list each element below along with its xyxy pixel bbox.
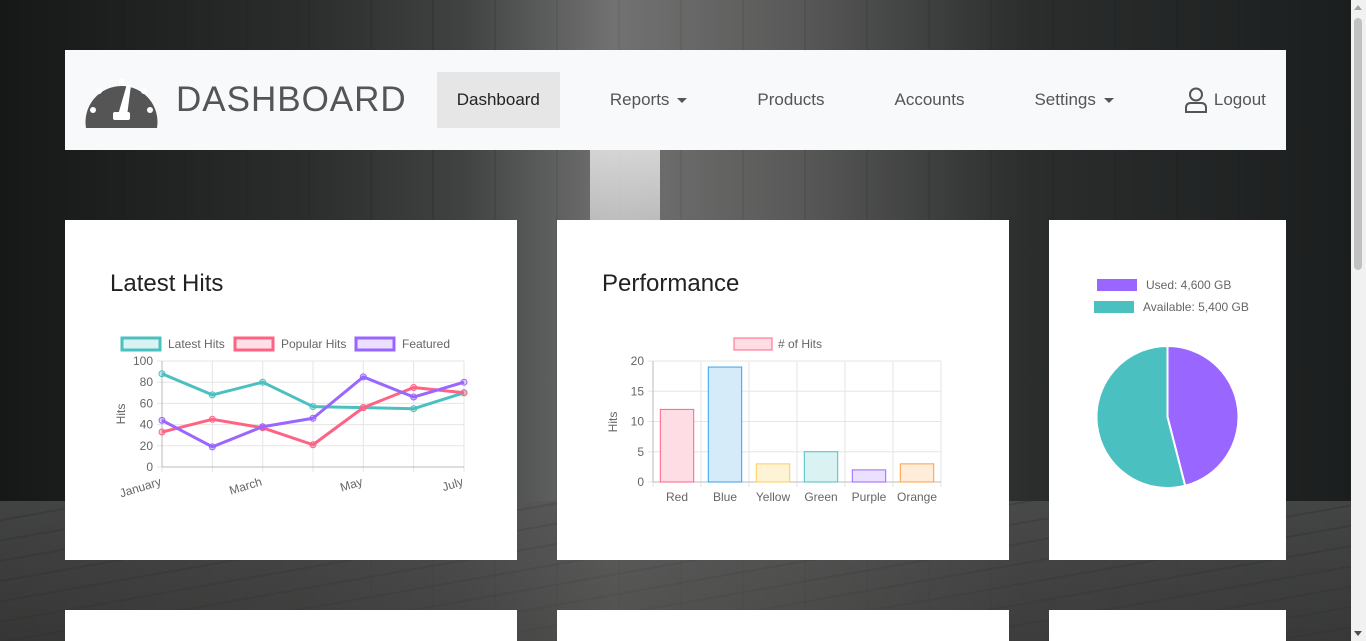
nav-products[interactable]: Products bbox=[737, 72, 844, 128]
scrollbar[interactable] bbox=[1351, 0, 1366, 641]
latest-hits-card: Latest Hits Latest Hits Popular Hits Featu… bbox=[65, 220, 517, 560]
chevron-down-icon bbox=[1103, 97, 1114, 103]
brand-title: DASHBOARD bbox=[176, 80, 407, 119]
y-axis-label: Hits bbox=[114, 404, 128, 425]
nav-logout-label: Logout bbox=[1213, 90, 1266, 109]
bar bbox=[899, 463, 935, 483]
y-tick-label: 0 bbox=[637, 475, 644, 489]
storage-pie-chart: Used: 4,600 GB Available: 5,400 GB bbox=[1094, 278, 1249, 489]
nav-settings[interactable]: Settings bbox=[1014, 72, 1133, 128]
data-point bbox=[259, 378, 267, 386]
legend-swatch bbox=[1097, 279, 1137, 291]
data-point bbox=[208, 443, 216, 451]
legend-label: Featured bbox=[402, 337, 450, 351]
scroll-up-arrow-icon[interactable] bbox=[1354, 5, 1362, 10]
x-tick-label: January bbox=[118, 474, 163, 500]
data-point bbox=[309, 441, 317, 449]
data-point bbox=[359, 404, 367, 412]
y-tick-label: 80 bbox=[140, 375, 154, 389]
nav-dashboard-label: Dashboard bbox=[456, 90, 540, 109]
dashboard-gauge-icon bbox=[85, 78, 158, 128]
legend-label: # of Hits bbox=[778, 337, 822, 351]
navbar: DASHBOARD Dashboard Reports Products Acc… bbox=[65, 50, 1286, 150]
data-point bbox=[158, 428, 166, 436]
card-row2-2 bbox=[557, 610, 1009, 641]
x-tick-label: Orange bbox=[897, 490, 937, 504]
scroll-down-arrow-icon[interactable] bbox=[1354, 631, 1362, 636]
user-icon bbox=[1184, 87, 1207, 113]
latest-hits-line-chart: Latest Hits Popular Hits Featured 0 20 40 60 80… bbox=[114, 336, 468, 500]
nav-products-label: Products bbox=[757, 90, 825, 109]
y-tick-label: 60 bbox=[140, 396, 154, 410]
data-point bbox=[158, 370, 166, 378]
bar bbox=[803, 451, 839, 483]
bar bbox=[851, 469, 887, 483]
nav-dashboard[interactable]: Dashboard bbox=[436, 72, 560, 128]
y-tick-label: 10 bbox=[631, 415, 645, 429]
data-point bbox=[309, 414, 317, 422]
performance-card: Performance # of Hits 0 5 10 15 20 Hits Red Blue… bbox=[557, 220, 1009, 560]
nav-reports[interactable]: Reports bbox=[590, 72, 708, 128]
data-point bbox=[309, 403, 317, 411]
brand[interactable]: DASHBOARD bbox=[85, 72, 407, 128]
data-point bbox=[460, 389, 468, 397]
y-axis-label: Hits bbox=[606, 412, 620, 433]
bar bbox=[659, 408, 695, 483]
legend-label: Latest Hits bbox=[168, 337, 225, 351]
storage-card: Used: 4,600 GB Available: 5,400 GB bbox=[1049, 220, 1286, 560]
nav-items: Dashboard Reports Products Accounts Sett… bbox=[436, 72, 1286, 128]
data-point bbox=[208, 391, 216, 399]
data-point bbox=[259, 423, 267, 431]
x-tick-label: Purple bbox=[852, 490, 887, 504]
bar bbox=[755, 463, 791, 483]
legend-swatch bbox=[120, 336, 162, 352]
x-tick-label: Red bbox=[666, 490, 688, 504]
nav-logout[interactable]: Logout bbox=[1164, 72, 1286, 128]
data-point bbox=[410, 405, 418, 413]
y-tick-label: 20 bbox=[140, 439, 154, 453]
legend-swatch bbox=[233, 336, 275, 352]
y-tick-label: 0 bbox=[146, 460, 153, 474]
card-row2-3 bbox=[1049, 610, 1286, 641]
performance-bar-chart: # of Hits 0 5 10 15 20 Hits Red Blue Yellow Green P… bbox=[606, 337, 942, 504]
data-point bbox=[359, 373, 367, 381]
y-tick-label: 15 bbox=[631, 384, 645, 398]
legend-swatch bbox=[1094, 301, 1134, 313]
x-tick-label: Yellow bbox=[756, 490, 791, 504]
chevron-down-icon bbox=[677, 97, 688, 103]
nav-settings-label: Settings bbox=[1034, 90, 1096, 109]
nav-reports-label: Reports bbox=[609, 90, 670, 109]
x-tick-label: Blue bbox=[713, 490, 737, 504]
legend-swatch bbox=[733, 337, 773, 351]
y-tick-label: 5 bbox=[637, 445, 644, 459]
legend-label: Used: 4,600 GB bbox=[1146, 278, 1231, 292]
data-point bbox=[410, 384, 418, 391]
card-row2-1 bbox=[65, 610, 517, 641]
x-tick-label: March bbox=[228, 474, 264, 497]
bar bbox=[707, 366, 743, 483]
scroll-thumb[interactable] bbox=[1354, 18, 1362, 270]
x-tick-label: May bbox=[338, 474, 364, 494]
y-tick-label: 20 bbox=[631, 354, 645, 368]
legend-label: Popular Hits bbox=[281, 337, 346, 351]
data-point bbox=[410, 393, 418, 401]
legend-label: Available: 5,400 GB bbox=[1143, 300, 1249, 314]
data-point bbox=[460, 378, 468, 386]
x-tick-label: Green bbox=[804, 490, 837, 504]
y-tick-label: 40 bbox=[140, 418, 154, 432]
y-tick-label: 100 bbox=[133, 354, 153, 368]
x-tick-label: July bbox=[440, 474, 465, 494]
nav-accounts-label: Accounts bbox=[894, 90, 965, 109]
data-point bbox=[208, 415, 216, 423]
nav-accounts[interactable]: Accounts bbox=[875, 72, 985, 128]
data-point bbox=[158, 416, 166, 424]
legend-swatch bbox=[354, 336, 396, 352]
